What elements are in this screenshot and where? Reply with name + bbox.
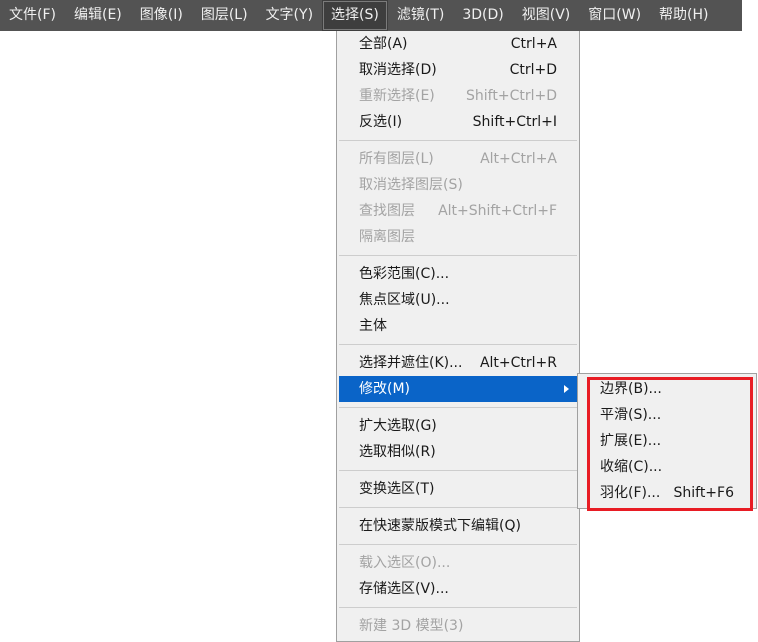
menu-item-shortcut: Alt+Ctrl+A xyxy=(480,151,557,167)
menu-item-label: 扩大选取(G) xyxy=(359,418,437,434)
menu-item[interactable]: 选取相似(R) xyxy=(337,439,579,465)
menu-item: 取消选择图层(S) xyxy=(337,172,579,198)
menu-item[interactable]: 色彩范围(C)... xyxy=(337,261,579,287)
menu-item: 隔离图层 xyxy=(337,224,579,250)
menu-separator xyxy=(339,507,577,508)
menu-separator xyxy=(339,344,577,345)
select-menu-dropdown: 全部(A) Ctrl+A 取消选择(D) Ctrl+D 重新选择(E) Shift+Ctr… xyxy=(336,31,580,642)
menu-item[interactable]: 取消选择(D) Ctrl+D xyxy=(337,57,579,83)
menubar-item[interactable]: 窗口(W) xyxy=(579,0,650,31)
submenu-item-label: 收缩(C)... xyxy=(600,459,663,475)
submenu-item-label: 边界(B)... xyxy=(600,381,662,397)
menu-item-shortcut: Shift+Ctrl+I xyxy=(472,114,557,130)
menu-item-label: 焦点区域(U)... xyxy=(359,292,450,308)
submenu-item-label: 羽化(F)... xyxy=(600,485,661,501)
menubar-item[interactable]: 文字(Y) xyxy=(257,0,322,31)
menubar-item[interactable]: 视图(V) xyxy=(513,0,580,31)
menu-item-label: 全部(A) xyxy=(359,36,408,52)
menu-item-label: 变换选区(T) xyxy=(359,481,435,497)
menu-item-label: 查找图层 xyxy=(359,203,415,219)
menubar-item[interactable]: 文件(F) xyxy=(0,0,65,31)
submenu-item[interactable]: 扩展(E)... xyxy=(578,428,756,454)
menu-item[interactable]: 主体 xyxy=(337,313,579,339)
submenu-item-shortcut: Shift+F6 xyxy=(673,485,734,501)
menu-item[interactable]: 焦点区域(U)... xyxy=(337,287,579,313)
menu-item: 新建 3D 模型(3) xyxy=(337,613,579,639)
submenu-item[interactable]: 收缩(C)... xyxy=(578,454,756,480)
menu-item-label: 选择并遮住(K)... xyxy=(359,355,463,371)
menu-separator xyxy=(339,544,577,545)
menubar-item[interactable]: 帮助(H) xyxy=(650,0,717,31)
menubar-item[interactable]: 选择(S) xyxy=(322,0,388,31)
submenu-item[interactable]: 平滑(S)... xyxy=(578,402,756,428)
menu-bar: 文件(F) 编辑(E) 图像(I) 图层(L) 文字(Y) 选择(S) 滤镜(T) 3D(D)… xyxy=(0,0,742,31)
submenu-item[interactable]: 边界(B)... xyxy=(578,376,756,402)
modify-submenu: 边界(B)... 平滑(S)... 扩展(E)... 收缩(C)... 羽化(F)...… xyxy=(577,373,757,509)
menu-item: 所有图层(L) Alt+Ctrl+A xyxy=(337,146,579,172)
menu-item: 重新选择(E) Shift+Ctrl+D xyxy=(337,83,579,109)
menu-item[interactable]: 变换选区(T) xyxy=(337,476,579,502)
menu-item-label: 主体 xyxy=(359,318,387,334)
menu-item-label: 反选(I) xyxy=(359,114,403,130)
submenu-item-label: 扩展(E)... xyxy=(600,433,662,449)
menu-item[interactable]: 存储选区(V)... xyxy=(337,576,579,602)
menu-item-label: 重新选择(E) xyxy=(359,88,435,104)
menu-separator xyxy=(339,407,577,408)
menu-item-shortcut: Ctrl+D xyxy=(509,62,557,78)
menu-item[interactable]: 反选(I) Shift+Ctrl+I xyxy=(337,109,579,135)
menu-item-label: 在快速蒙版模式下编辑(Q) xyxy=(359,518,521,534)
menu-item-label: 存储选区(V)... xyxy=(359,581,449,597)
menu-item-shortcut: Alt+Ctrl+R xyxy=(479,355,557,371)
menu-separator xyxy=(339,255,577,256)
menu-item-label: 所有图层(L) xyxy=(359,151,434,167)
menu-item-label: 新建 3D 模型(3) xyxy=(359,618,464,634)
menu-item[interactable]: 全部(A) Ctrl+A xyxy=(337,31,579,57)
menu-item-shortcut: Shift+Ctrl+D xyxy=(466,88,557,104)
submenu-item[interactable]: 羽化(F)... Shift+F6 xyxy=(578,480,756,506)
submenu-arrow-icon xyxy=(564,385,569,393)
menu-item-label: 取消选择图层(S) xyxy=(359,177,463,193)
menu-item[interactable]: 扩大选取(G) xyxy=(337,413,579,439)
menu-item-shortcut: Alt+Shift+Ctrl+F xyxy=(438,203,557,219)
menu-item-label: 修改(M) xyxy=(359,381,411,397)
menubar-item[interactable]: 编辑(E) xyxy=(65,0,131,31)
menu-item-shortcut: Ctrl+A xyxy=(510,36,557,52)
submenu-item-label: 平滑(S)... xyxy=(600,407,662,423)
menu-separator xyxy=(339,140,577,141)
menu-item-label: 取消选择(D) xyxy=(359,62,437,78)
menubar-item[interactable]: 图像(I) xyxy=(131,0,192,31)
menu-separator xyxy=(339,607,577,608)
menubar-item[interactable]: 3D(D) xyxy=(453,0,512,31)
menu-item[interactable]: 在快速蒙版模式下编辑(Q) xyxy=(337,513,579,539)
menubar-item[interactable]: 滤镜(T) xyxy=(388,0,453,31)
menu-item: 查找图层 Alt+Shift+Ctrl+F xyxy=(337,198,579,224)
menu-item[interactable]: 选择并遮住(K)... Alt+Ctrl+R xyxy=(337,350,579,376)
menu-separator xyxy=(339,470,577,471)
menu-item-label: 选取相似(R) xyxy=(359,444,436,460)
menu-item: 载入选区(O)... xyxy=(337,550,579,576)
menubar-item[interactable]: 图层(L) xyxy=(192,0,257,31)
menu-item[interactable]: 修改(M) xyxy=(339,376,577,402)
menu-item-label: 载入选区(O)... xyxy=(359,555,451,571)
menu-item-label: 色彩范围(C)... xyxy=(359,266,450,282)
menu-item-label: 隔离图层 xyxy=(359,229,415,245)
